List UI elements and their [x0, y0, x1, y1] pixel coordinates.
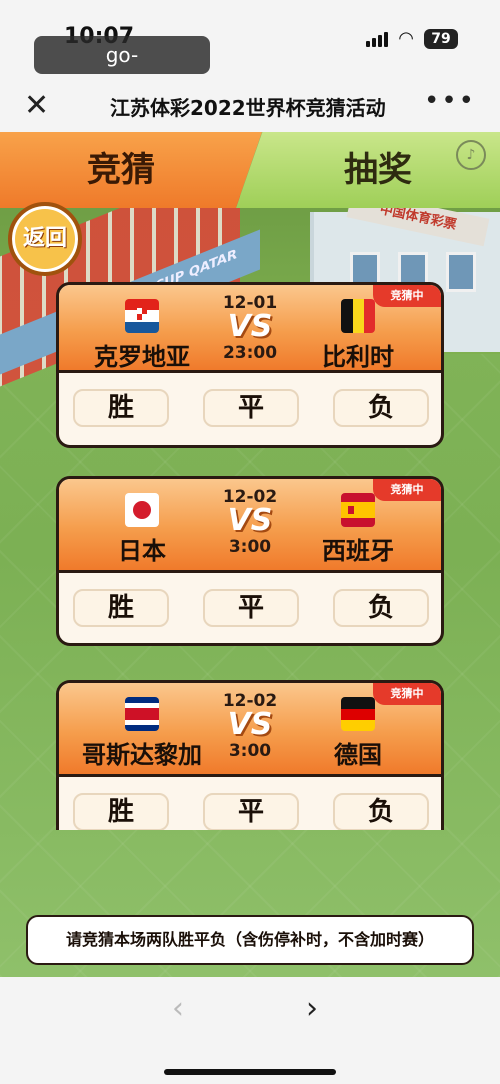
back-button[interactable]: 返回: [8, 202, 82, 276]
rule-notice: 请竞猜本场两队胜平负（含伤停补时，不含加时赛）: [26, 915, 474, 965]
bet-lose-button[interactable]: 负: [333, 589, 429, 627]
home-team: 克罗地亚: [94, 343, 190, 371]
bet-draw-button[interactable]: 平: [203, 793, 299, 830]
bet-win-button[interactable]: 胜: [73, 389, 169, 427]
bet-lose-button[interactable]: 负: [333, 793, 429, 830]
bet-win-button[interactable]: 胜: [73, 793, 169, 830]
match-card: 竞猜中 12-01 VS 23:00 克罗地亚 比利时 胜 平 负: [56, 282, 444, 448]
status-icons: ◠ 79: [366, 28, 458, 49]
chevron-left-icon[interactable]: ‹: [172, 991, 184, 1026]
page-title: 江苏体彩2022世界杯竞猜活动: [110, 96, 386, 120]
music-icon[interactable]: ♪: [456, 140, 486, 170]
match-header: 竞猜中 12-02 VS 3:00 日本 西班牙: [59, 479, 441, 573]
away-team: 比利时: [322, 343, 394, 371]
url-watermark: go-jingcai.com.cn: [34, 36, 210, 105]
home-team: 哥斯达黎加: [82, 741, 202, 769]
match-card: 竞猜中 12-02 VS 3:00 哥斯达黎加 德国 胜 平 负: [56, 680, 444, 830]
building-window: [446, 252, 476, 292]
more-icon[interactable]: •••: [424, 86, 476, 116]
browser-bottom-bar: ‹ ›: [0, 977, 500, 1084]
home-indicator[interactable]: [164, 1069, 336, 1075]
status-bar: 10:07 ◠ 79 go-jingcai.com.cn: [0, 0, 500, 105]
away-team: 德国: [334, 741, 382, 769]
tab-guess[interactable]: 竞猜: [0, 132, 262, 208]
match-header: 竞猜中 12-01 VS 23:00 克罗地亚 比利时: [59, 285, 441, 373]
match-card: 竞猜中 12-02 VS 3:00 日本 西班牙 胜 平 负: [56, 476, 444, 646]
home-team: 日本: [118, 537, 166, 565]
bet-draw-button[interactable]: 平: [203, 389, 299, 427]
match-header: 竞猜中 12-02 VS 3:00 哥斯达黎加 德国: [59, 683, 441, 777]
tab-bar: 竞猜 抽奖 ♪: [0, 132, 500, 208]
bet-win-button[interactable]: 胜: [73, 589, 169, 627]
signal-icon: [366, 31, 389, 47]
away-team: 西班牙: [322, 537, 394, 565]
chevron-right-icon[interactable]: ›: [306, 991, 318, 1026]
close-icon[interactable]: ✕: [24, 88, 49, 124]
bet-draw-button[interactable]: 平: [203, 589, 299, 627]
battery-indicator: 79: [424, 28, 458, 49]
game-content: FIFA WORLD CUP QATAR 2022 中国体育彩票 竞猜 抽奖 ♪…: [0, 132, 500, 977]
wifi-icon: ◠: [398, 28, 414, 49]
bet-lose-button[interactable]: 负: [333, 389, 429, 427]
app-navbar: ✕ 江苏体彩2022世界杯竞猜活动 •••: [0, 80, 500, 132]
